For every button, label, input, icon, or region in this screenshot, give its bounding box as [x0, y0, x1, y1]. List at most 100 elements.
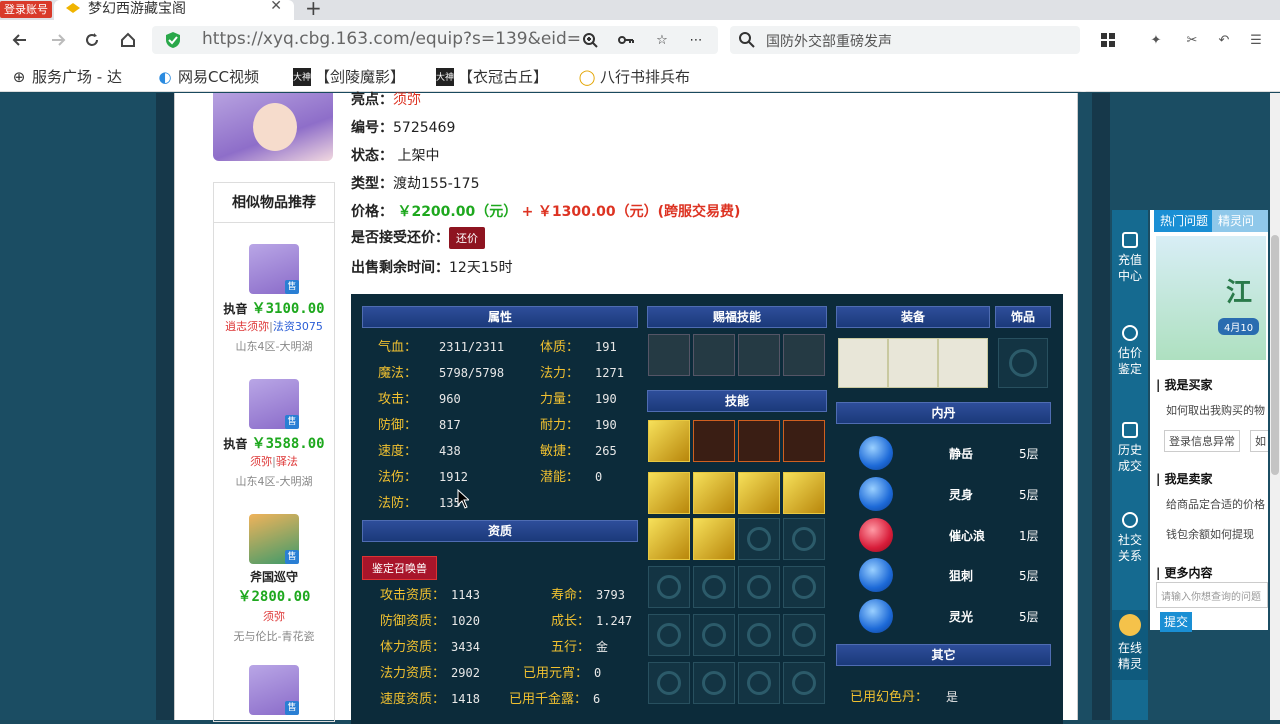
appraisal-icon — [1122, 325, 1138, 341]
help-search-input[interactable]: 请输入你想查询的问题 — [1156, 582, 1268, 608]
skill-slot[interactable] — [648, 518, 690, 560]
bookmark-item[interactable]: ◯ 八行书排兵布 — [578, 66, 690, 87]
buyer-link[interactable]: 如何取出我购买的物 — [1166, 402, 1265, 418]
apt-magic: 法力资质： 2902 — [380, 666, 480, 681]
zoom-icon[interactable] — [578, 28, 602, 52]
skill-slot[interactable] — [738, 472, 780, 514]
buyer-more-button[interactable]: 如 — [1250, 430, 1268, 452]
attr-agility: 敏捷： 265 — [540, 444, 617, 459]
skill-slot[interactable] — [693, 420, 735, 462]
tab-hot-questions[interactable]: 热门问题 — [1154, 210, 1215, 232]
undo-icon[interactable]: ↶ — [1212, 28, 1236, 52]
skill-slot[interactable] — [783, 472, 825, 514]
scissors-icon[interactable]: ✂ — [1180, 28, 1204, 52]
equipment-slot[interactable] — [838, 338, 888, 388]
apt-lifespan: 寿命： 3793 — [551, 588, 625, 603]
seller-link-withdraw[interactable]: 钱包余额如何提现 — [1166, 526, 1254, 542]
history-deals-button[interactable]: 历史 成交 — [1112, 422, 1148, 474]
address-bar[interactable]: https://xyq.cbg.163.com/equip?s=139&eid=… — [152, 26, 718, 54]
similar-item-thumb[interactable]: 售 — [249, 665, 299, 715]
key-icon[interactable] — [614, 28, 638, 52]
more-icon[interactable]: ⋯ — [684, 28, 708, 52]
seller-link[interactable]: 给商品定合适的价格 — [1166, 496, 1265, 512]
id-row: 编号：5725469 — [351, 120, 456, 136]
promo-banner[interactable]: 江 4月10 — [1156, 236, 1266, 360]
extension-icon[interactable]: ✦ — [1144, 28, 1168, 52]
search-box[interactable]: 国防外交部重磅发声 — [730, 26, 1080, 54]
bookmark-item[interactable]: ◐ 网易CC视频 — [156, 66, 259, 87]
bargain-row: 是否接受还价： 还价 — [351, 227, 485, 249]
site-favicon-icon — [66, 3, 80, 13]
buyer-heading: | 我是买家 — [1156, 378, 1213, 392]
back-icon[interactable] — [8, 28, 32, 52]
skill-slot[interactable] — [738, 420, 780, 462]
bookmark-label: 网易CC视频 — [178, 68, 259, 86]
similar-item-server: 无与伦比-青花瓷 — [233, 630, 315, 643]
tab-sprite-qa[interactable]: 精灵问答 — [1212, 210, 1268, 250]
help-submit-button[interactable]: 提交 — [1160, 612, 1192, 632]
bookmark-item[interactable]: 大神 【剑陵魔影】 — [293, 66, 405, 87]
left-border-strip — [156, 93, 174, 720]
appraise-pet-button[interactable]: 鉴定召唤兽 — [362, 556, 437, 580]
skill-slot[interactable] — [783, 420, 825, 462]
more-heading[interactable]: | 更多内容 — [1156, 564, 1213, 581]
stream-watermark: @CC直播 — [1070, 64, 1197, 94]
bookmark-item[interactable]: ⊕ 服务广场 - 达 — [10, 66, 122, 87]
equipment-slot[interactable] — [938, 338, 988, 388]
search-text[interactable]: 国防外交部重磅发声 — [766, 31, 892, 51]
skill-slot[interactable] — [648, 472, 690, 514]
aptitude-header: 资质 — [362, 520, 638, 542]
skill-slot[interactable] — [693, 472, 735, 514]
apps-grid-icon[interactable] — [1096, 28, 1120, 52]
similar-item-thumb[interactable]: 售 — [249, 514, 299, 564]
attr-strength: 力量： 190 — [540, 392, 617, 407]
skill-slot[interactable] — [648, 420, 690, 462]
apt-speed: 速度资质： 1418 — [380, 692, 480, 707]
menu-icon[interactable]: ☰ — [1244, 28, 1268, 52]
apt-hp: 体力资质： 3434 — [380, 640, 480, 655]
reload-icon[interactable] — [80, 28, 104, 52]
attr-potential: 潜能： 0 — [540, 470, 603, 485]
similar-item-thumb[interactable]: 售 — [249, 244, 299, 294]
neidan-icon — [859, 518, 893, 552]
scrollbar-thumb[interactable] — [1271, 235, 1279, 475]
search-icon — [739, 32, 755, 48]
neidan-row[interactable]: 灵光 5层 — [839, 599, 1039, 637]
neidan-icon — [859, 436, 893, 470]
browser-tab-bar: 登录账号 梦幻西游藏宝阁 ✕ + — [0, 0, 1280, 20]
login-issue-button[interactable]: 登录信息异常 — [1164, 430, 1240, 452]
skill-slot[interactable] — [693, 518, 735, 560]
equipment-slot[interactable] — [888, 338, 938, 388]
blessing-skill-slot[interactable] — [648, 334, 690, 376]
pet-stats-panel: 属性 赐福技能 装备 饰品 气血： 2311/2311 魔法： 5798/5798 … — [351, 294, 1063, 724]
skill-slot-empty — [783, 662, 825, 704]
blessing-skill-slot[interactable] — [783, 334, 825, 376]
forward-icon[interactable] — [46, 28, 70, 52]
skill-slot-empty — [693, 614, 735, 656]
home-icon[interactable] — [116, 28, 140, 52]
neidan-icon — [859, 599, 893, 633]
online-sprite-button[interactable]: 在线 精灵 — [1112, 610, 1148, 680]
url-text[interactable]: https://xyq.cbg.163.com/equip?s=139&eid= — [202, 29, 581, 49]
neidan-row[interactable]: 狙刺 5层 — [839, 558, 1039, 596]
browser-tab[interactable]: 梦幻西游藏宝阁 ✕ — [54, 0, 294, 20]
star-icon[interactable]: ☆ — [650, 28, 674, 52]
new-tab-icon[interactable]: + — [305, 0, 322, 20]
neidan-row[interactable]: 灵身 5层 — [839, 477, 1039, 515]
blessing-skill-slot[interactable] — [738, 334, 780, 376]
tab-close-icon[interactable]: ✕ — [270, 0, 282, 14]
appraisal-button[interactable]: 估价 鉴定 — [1112, 325, 1148, 377]
bookmark-label: 八行书排兵布 — [600, 68, 691, 86]
neidan-row[interactable]: 催心浪 1层 — [839, 518, 1039, 556]
login-badge[interactable]: 登录账号 — [0, 1, 52, 18]
neidan-row[interactable]: 静岳 5层 — [839, 436, 1039, 474]
similar-item-thumb[interactable]: 售 — [249, 379, 299, 429]
equipment-header: 装备 — [836, 306, 990, 328]
social-button[interactable]: 社交 关系 — [1112, 512, 1148, 564]
ornament-slot[interactable] — [998, 338, 1048, 388]
bookmark-item[interactable]: 大神 【衣冠古丘】 — [436, 66, 548, 87]
recharge-center-button[interactable]: 充值 中心 — [1112, 232, 1148, 284]
bargain-button[interactable]: 还价 — [449, 227, 485, 249]
blessing-skill-slot[interactable] — [693, 334, 735, 376]
similar-item-name-price: 执音 ￥3100.00 — [223, 301, 325, 317]
